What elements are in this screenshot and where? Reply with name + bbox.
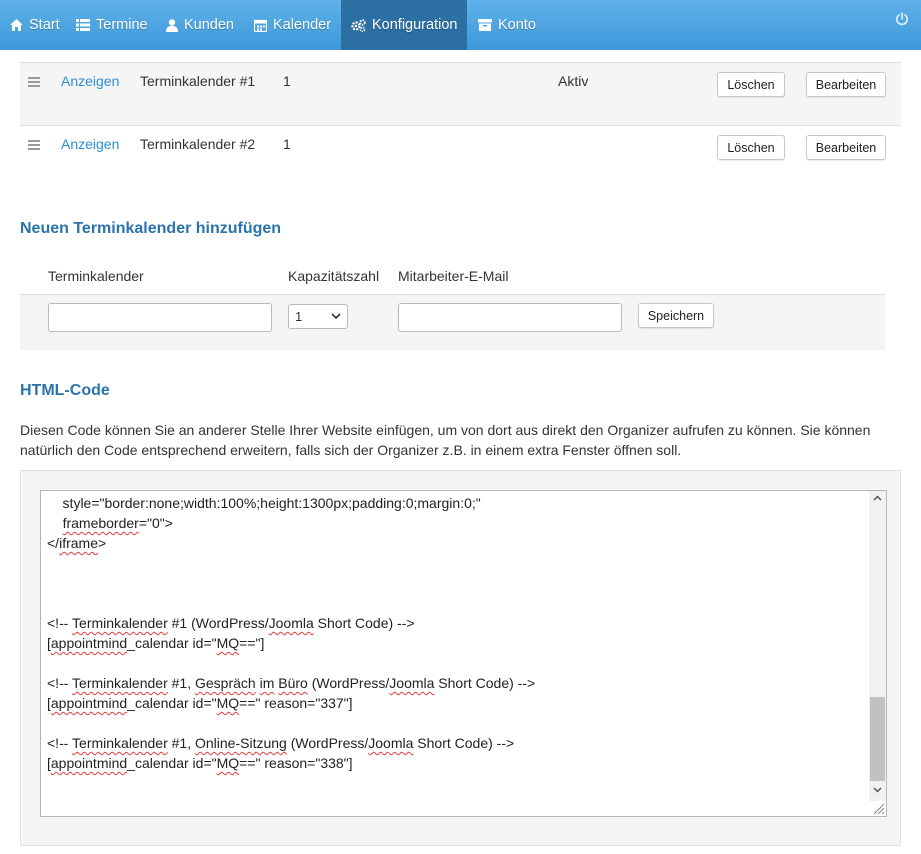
calendar-capacity: 1 [283, 136, 291, 152]
code-line: <!-- Terminkalender #1, Online-Sitzung (… [47, 735, 515, 751]
scroll-down-icon[interactable] [873, 787, 882, 793]
nav-item-konfiguration[interactable]: Konfiguration [341, 0, 467, 50]
nav-label-konfiguration: Konfiguration [372, 17, 458, 33]
show-calendar-link[interactable]: Anzeigen [61, 73, 119, 89]
delete-button[interactable]: Löschen [717, 72, 785, 97]
code-line: </iframe> [47, 535, 107, 551]
edit-button[interactable]: Bearbeiten [806, 135, 886, 160]
col-header-calendar: Terminkalender [48, 268, 144, 284]
calendar-status: Aktiv [558, 73, 589, 89]
capacity-select-value: 1 [295, 309, 303, 324]
list-icon [76, 19, 90, 31]
show-calendar-link[interactable]: Anzeigen [61, 136, 119, 152]
calendar-name: Terminkalender #2 [140, 136, 256, 152]
textarea-scrollbar[interactable] [869, 491, 886, 801]
col-header-capacity: Kapazitätszahl [288, 268, 380, 284]
nav-item-start[interactable]: Start [10, 0, 60, 50]
power-icon[interactable] [895, 12, 909, 26]
html-code-description: Diesen Code können Sie an anderer Stelle… [20, 422, 871, 458]
drag-handle-icon[interactable] [28, 140, 40, 150]
calendar-row: Anzeigen Terminkalender #1 1 Aktiv Lösch… [20, 62, 901, 125]
resize-handle-icon[interactable] [871, 801, 885, 815]
code-line: [appointmind_calendar id="MQ==" reason="… [47, 695, 353, 711]
nav-label-start: Start [29, 17, 60, 33]
user-icon [166, 18, 178, 32]
drag-handle-icon[interactable] [28, 77, 40, 87]
delete-button[interactable]: Löschen [717, 135, 785, 160]
top-navigation-bar: Start Termine Kunden Kalender Konfigurat… [0, 0, 921, 50]
code-line: <!-- Terminkalender #1, Gespräch im Büro… [47, 675, 536, 691]
gears-icon [351, 18, 366, 32]
calendar-capacity: 1 [283, 73, 291, 89]
html-code-heading: HTML-Code [20, 382, 110, 399]
scroll-thumb[interactable] [870, 697, 885, 781]
code-line: frameborder="0"> [62, 515, 173, 531]
save-button[interactable]: Speichern [638, 303, 714, 328]
html-code-textarea[interactable]: style="border:none;width:100%;height:130… [40, 490, 887, 817]
nav-item-termine[interactable]: Termine [76, 0, 148, 50]
calendar-name-input[interactable] [48, 303, 272, 332]
email-input[interactable] [398, 303, 622, 332]
calendar-name: Terminkalender #1 [140, 73, 256, 89]
nav-label-termine: Termine [96, 17, 148, 33]
nav-item-kunden[interactable]: Kunden [166, 0, 234, 50]
chevron-down-icon [331, 313, 341, 320]
nav-item-kalender[interactable]: Kalender [254, 0, 331, 50]
capacity-select[interactable]: 1 [288, 304, 348, 329]
code-line: style="border:none;width:100%;height:130… [47, 495, 481, 511]
archive-icon [478, 19, 492, 31]
nav-label-kunden: Kunden [184, 17, 234, 33]
nav-label-kalender: Kalender [273, 17, 332, 33]
calendar-row: Anzeigen Terminkalender #2 1 Löschen Bea… [20, 125, 901, 188]
nav-item-konto[interactable]: Konto [478, 0, 536, 50]
add-calendar-heading: Neuen Terminkalender hinzufügen [20, 220, 282, 237]
calendar-icon [254, 19, 267, 32]
edit-button[interactable]: Bearbeiten [806, 72, 886, 97]
scroll-up-icon[interactable] [873, 495, 882, 501]
col-header-email: Mitarbeiter-E-Mail [398, 268, 509, 284]
code-line: [appointmind_calendar id="MQ=="] [47, 635, 265, 651]
code-line: [appointmind_calendar id="MQ==" reason="… [47, 755, 353, 771]
nav-label-konto: Konto [498, 17, 536, 33]
code-line: <!-- Terminkalender #1 (WordPress/Joomla… [47, 615, 415, 631]
home-icon [10, 19, 23, 31]
